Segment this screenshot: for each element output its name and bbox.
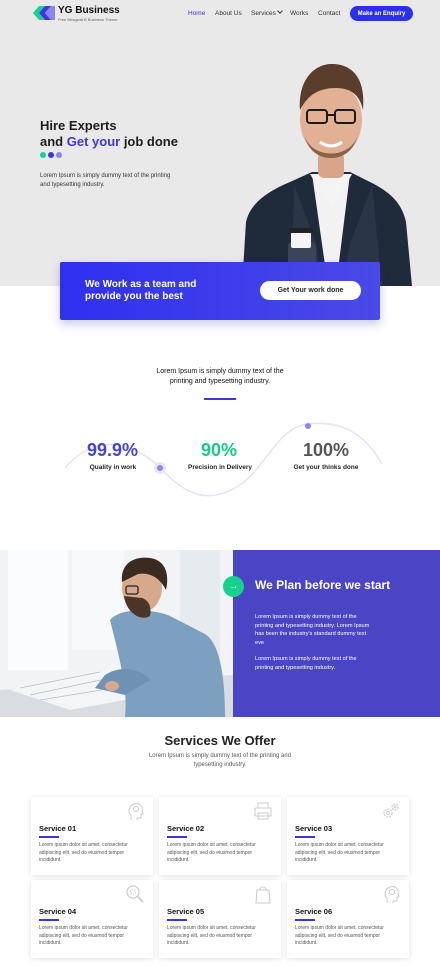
stat-precision-label: Precision in Delivery [188,464,252,471]
hero-heading-accent: Get your [66,134,121,149]
services-title: Services We Offer [164,733,276,748]
service-title: Service 05 [167,907,205,916]
page: YG Business Free Bhagwat B Business Them… [0,0,440,966]
team-banner: We Work as a team and provide you the be… [60,262,380,320]
service-card[interactable]: Service 03 Lorem ipsum dolor sit amet, c… [287,797,409,875]
service-underline [295,836,315,838]
service-card[interactable]: Service 01 Lorem ipsum dolor sit amet, c… [31,797,153,875]
hero-heading: Hire Experts and Get your job done [40,118,178,150]
service-title: Service 02 [167,824,205,833]
service-text: Lorem ipsum dolor sit amet, consectetur … [295,925,384,946]
hero-heading-pre: and [40,134,67,149]
chevron-down-icon [277,8,283,14]
intro-underline [204,398,236,400]
nav-works[interactable]: Works [290,10,308,17]
nav-about-us[interactable]: About Us [215,10,242,17]
hero-dots [40,152,62,158]
plan-title: We Plan before we start [255,578,391,592]
service-title: Service 03 [295,824,333,833]
stat-done-value: 100% [303,440,350,460]
hero-dot [56,152,62,158]
service-card[interactable]: Service 04 Lorem ipsum dolor sit amet, c… [31,880,153,958]
hero-heading-post: job done [120,134,178,149]
enquiry-button[interactable]: Make an Enquiry [350,6,413,21]
hero-dot [40,152,46,158]
gears-icon [383,803,399,818]
magnifier-gear-icon [126,885,144,903]
hero-heading-line1: Hire Experts [40,118,117,133]
shopping-bag-icon [255,886,271,904]
service-title: Service 01 [39,824,77,833]
brand-tagline: Free Bhagwat B Business Theme [58,17,118,22]
printer-icon [254,802,272,820]
planning-man-image [0,550,233,717]
service-text: Lorem ipsum dolor sit amet, consectetur … [167,842,256,863]
head-gear-icon [128,803,144,820]
stat-quality-label: Quality in work [89,464,137,471]
hero-heading-line2: and Get your job done [40,134,178,150]
hero-description: Lorem Ipsum is simply dummy text of the … [40,173,171,188]
service-text: Lorem ipsum dolor sit amet, consectetur … [167,925,256,946]
hero-section: YG Business Free Bhagwat B Business Them… [0,0,440,286]
hero-dot [48,152,54,158]
service-title: Service 06 [295,907,333,916]
service-text: Lorem ipsum dolor sit amet, consectetur … [39,925,128,946]
arrow-right-icon[interactable]: → [223,576,244,597]
service-card[interactable]: Service 02 Lorem ipsum dolor sit amet, c… [159,797,281,875]
service-underline [39,919,59,921]
service-underline [39,836,59,838]
nav-contact[interactable]: Contact [318,10,340,17]
stat-done-label: Get your thinks done [293,464,359,471]
plan-paragraph-2: Lorem Ipsum is simply dummy text of the … [255,656,357,671]
plan-paragraph-1: Lorem Ipsum is simply dummy text of the … [255,614,370,646]
service-text: Lorem ipsum dolor sit amet, consectetur … [39,842,128,863]
banner-text: We Work as a team and provide you the be… [85,279,197,302]
service-title: Service 04 [39,907,77,916]
service-underline [167,836,187,838]
nav-services-label: Services [251,10,276,17]
stat-precision-value: 90% [201,440,238,460]
service-underline [295,919,315,921]
service-text: Lorem ipsum dolor sit amet, consectetur … [295,842,384,863]
stats-wave-line [64,422,383,497]
service-underline [167,919,187,921]
nav-home[interactable]: Home [188,10,205,17]
service-card[interactable]: Service 06 Lorem ipsum dolor sit amet, c… [287,880,409,958]
brand-logo-icon[interactable] [33,6,55,20]
head-gear-icon [384,886,400,903]
service-card[interactable]: Service 05 Lorem ipsum dolor sit amet, c… [159,880,281,958]
services-subtitle: Lorem Ipsum is simply dummy text of the … [148,753,292,768]
brand-name[interactable]: YG Business [58,5,120,16]
nav-services[interactable]: Services [251,8,283,17]
get-work-done-button[interactable]: Get Your work done [260,281,361,300]
hero-businessman-image [242,64,412,286]
stat-quality-value: 99.9% [87,440,139,460]
intro-text: Lorem Ipsum is simply dummy text of the … [156,368,284,385]
